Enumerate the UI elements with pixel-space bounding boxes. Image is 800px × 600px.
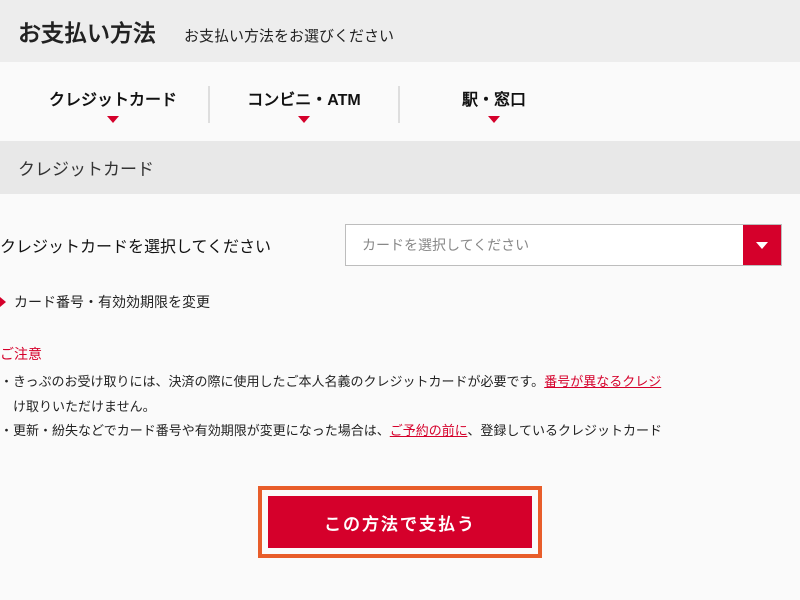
page-header: お支払い方法 お支払い方法をお選びください [0,0,800,62]
chevron-down-icon [298,116,310,123]
notice-link-diff-number[interactable]: 番号が異なるクレジ [544,374,661,389]
tab-convenience-atm[interactable]: コンビニ・ATM [208,86,398,123]
payment-tabs: クレジットカード コンビニ・ATM 駅・窓口 [0,62,800,141]
section-title: クレジットカード [0,141,800,194]
chevron-down-icon [488,116,500,123]
tab-credit-card[interactable]: クレジットカード [18,86,208,123]
caret-right-icon [0,297,6,307]
tab-label: 駅・窓口 [400,86,588,110]
change-card-link[interactable]: カード番号・有効効期限を変更 [0,292,800,336]
card-select[interactable]: カードを選択してください [345,224,782,266]
change-card-label: カード番号・有効効期限を変更 [14,292,210,312]
notice-link-before-booking[interactable]: ご予約の前に [390,423,468,438]
chevron-down-icon [107,116,119,123]
card-select-row: クレジットカードを選択してください カードを選択してください [0,194,800,292]
tab-station-counter[interactable]: 駅・窓口 [398,86,588,123]
tab-label: クレジットカード [18,86,208,110]
card-select-placeholder: カードを選択してください [346,225,743,265]
notice-line-2: ・更新・紛失などでカード番号や有効期限が変更になった場合は、ご予約の前に、登録し… [0,419,800,444]
notice-line-1b: け取りいただけません。 [0,395,800,420]
chevron-down-icon [756,242,768,249]
card-select-toggle[interactable] [743,225,781,265]
pay-button-highlight: この方法で支払う [258,486,542,558]
page-subtitle: お支払い方法をお選びください [184,25,394,46]
notice-heading: ご注意 [0,344,800,364]
page-title: お支払い方法 [18,14,156,48]
tab-label: コンビニ・ATM [210,86,398,110]
notice-line-1: ・きっぷのお受け取りには、決済の際に使用したご本人名義のクレジットカードが必要で… [0,370,800,395]
card-select-label: クレジットカードを選択してください [0,233,345,257]
notice-block: ご注意 ・きっぷのお受け取りには、決済の際に使用したご本人名義のクレジットカード… [0,344,800,444]
pay-with-this-method-button[interactable]: この方法で支払う [268,496,532,548]
